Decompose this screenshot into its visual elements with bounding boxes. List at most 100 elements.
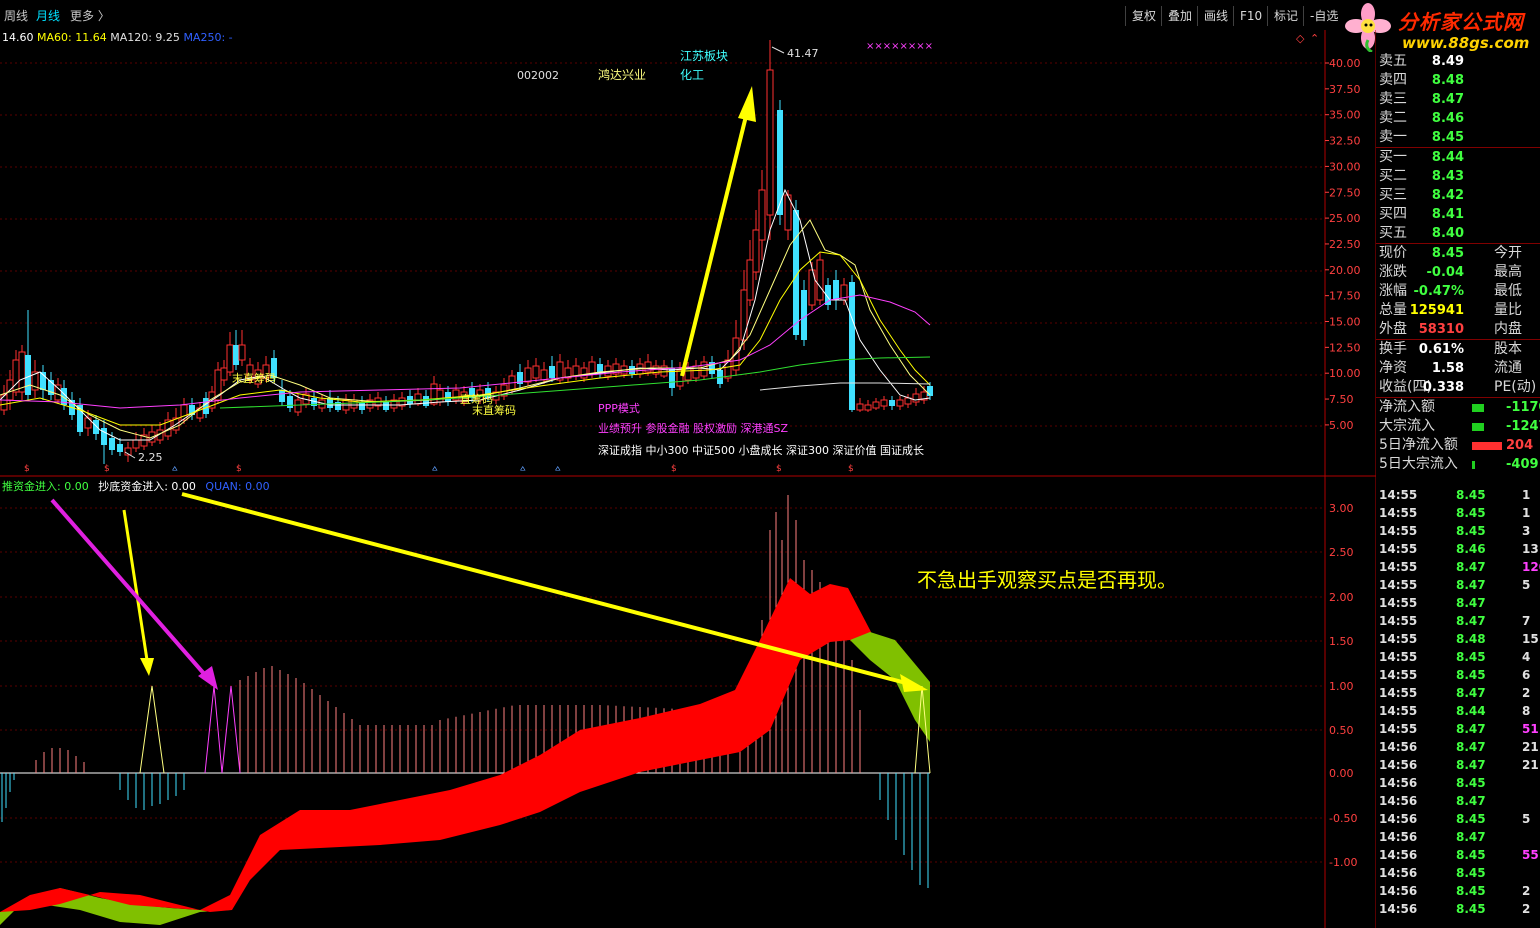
row-label: 买二 <box>1379 168 1407 184</box>
overlay-button[interactable]: 叠加 <box>1161 6 1198 26</box>
caret-icon[interactable]: ⌃ <box>1310 32 1319 45</box>
ask-row: 卖二 8.46 <box>1376 109 1540 128</box>
tick-price: 8.47 <box>1456 794 1486 808</box>
tick-price: 8.45 <box>1456 668 1486 682</box>
candle-body <box>436 389 444 403</box>
price-tick-label: 37.50 <box>1329 83 1361 96</box>
draw-line-button[interactable]: 画线 <box>1197 6 1234 26</box>
tick-volume: 7 <box>1522 614 1531 628</box>
diamond-icon[interactable]: ◇ <box>1296 32 1305 45</box>
tick-volume: 8 <box>1522 704 1531 718</box>
kline-chart[interactable]: 40.00 37.50 35.00 32.50 30.00 27.50 25.00 22.50… <box>0 30 1376 928</box>
tick-row: 14:56 8.47 <box>1376 792 1540 810</box>
tick-time: 14:55 <box>1379 686 1418 700</box>
tick-volume: 6 <box>1522 668 1531 682</box>
restore-rights-button[interactable]: 复权 <box>1125 6 1162 26</box>
tick-price: 8.45 <box>1456 902 1486 916</box>
tab-more[interactable]: 更多 〉 <box>70 6 110 26</box>
tick-row: 14:55 8.47 120 <box>1376 558 1540 576</box>
tick-time: 14:56 <box>1379 776 1418 790</box>
tick-row: 14:55 8.45 6 <box>1376 666 1540 684</box>
ask-row: 卖四 8.48 <box>1376 71 1540 90</box>
row-value: 125941 <box>1409 303 1464 318</box>
indicator-tick-label: 1.50 <box>1329 635 1354 648</box>
row-label-2: 最高 <box>1494 264 1522 280</box>
high-pointer <box>771 46 785 54</box>
mark-button[interactable]: 标记 <box>1267 6 1304 26</box>
ask-row: 卖三 8.47 <box>1376 90 1540 109</box>
tick-row: 14:55 8.45 4 <box>1376 648 1540 666</box>
concept-label: 业绩预升 参股金融 股权激励 深港通SZ <box>598 421 788 435</box>
indicator-tick-label: 3.00 <box>1329 502 1354 515</box>
tick-time: 14:55 <box>1379 542 1418 556</box>
svg-text:⩟: ⩟ <box>172 464 178 474</box>
candle-body <box>777 110 783 215</box>
candle-body <box>423 396 429 406</box>
index-label: 深证成指 中小300 中证500 小盘成长 深证300 深证价值 国证成长 <box>598 443 924 457</box>
indicator-tick-label: 2.50 <box>1329 546 1354 559</box>
candle-body <box>414 393 422 405</box>
tick-row: 14:56 8.47 21 <box>1376 756 1540 774</box>
row-value: 0.61% <box>1418 342 1464 357</box>
signal-markers: $ $ ⩟ $ ⩟ ⩟ ⩟ $ $ $ <box>24 464 854 474</box>
tick-row: 14:55 8.45 3 <box>1376 522 1540 540</box>
tick-row: 14:55 8.45 1 <box>1376 504 1540 522</box>
indicator-gridlines <box>0 507 1325 863</box>
tick-row: 14:56 8.47 21 <box>1376 738 1540 756</box>
watchlist-button[interactable]: -自选 <box>1303 6 1344 26</box>
tick-volume: 13 <box>1522 542 1539 556</box>
row-value: 58310 <box>1418 322 1464 337</box>
industry-label: 化工 <box>680 68 704 82</box>
row-value: 8.42 <box>1431 188 1464 203</box>
candle-body <box>540 369 548 381</box>
stat-row: 收益(四) 0.338 PE(动) <box>1376 378 1540 397</box>
flow-label: 5日大宗流入 <box>1379 456 1458 472</box>
candle-body <box>383 402 389 410</box>
stat-row: 换手 0.61% 股本 <box>1376 340 1540 359</box>
tick-volume: 51 <box>1522 722 1539 736</box>
candle-body <box>904 397 912 405</box>
svg-text:$: $ <box>776 464 782 474</box>
candle-body <box>532 365 540 379</box>
candle-body <box>896 399 904 407</box>
push-fund-spike-1 <box>204 685 223 774</box>
tick-volume: 2 <box>1522 686 1531 700</box>
tab-monthly[interactable]: 月线 <box>36 6 60 26</box>
candle-body <box>220 367 228 381</box>
tick-time: 14:55 <box>1379 578 1418 592</box>
candle-body <box>816 259 824 301</box>
indicator-tick-label: 0.50 <box>1329 724 1354 737</box>
tick-time: 14:56 <box>1379 902 1418 916</box>
row-label: 涨跌 <box>1379 264 1407 280</box>
tick-price: 8.47 <box>1456 758 1486 772</box>
flow-value: -1170 <box>1506 400 1540 415</box>
price-tick-label: 12.50 <box>1329 341 1361 354</box>
row-value: 8.46 <box>1431 111 1464 126</box>
tick-price: 8.47 <box>1456 722 1486 736</box>
quote-panel: 卖五 8.49 卖四 8.48 卖三 8.47 卖二 8.46 卖一 8.45 买一 8.44 买二 8… <box>1376 52 1540 474</box>
tick-price: 8.46 <box>1456 542 1486 556</box>
tick-row: 14:55 8.47 <box>1376 594 1540 612</box>
price-tick-label: 17.50 <box>1329 290 1361 303</box>
candle-body <box>294 399 302 413</box>
cross-marks: ×××××××× <box>866 41 933 52</box>
tick-time: 14:55 <box>1379 488 1418 502</box>
row-label-2: PE(动) <box>1494 379 1537 395</box>
row-label-2: 量比 <box>1494 302 1522 318</box>
flow-row: 5日净流入额 204 <box>1376 436 1540 455</box>
row-label: 净资 <box>1379 360 1407 376</box>
flow-label: 净流入额 <box>1379 399 1435 415</box>
chip-label-1: 末直筹码 <box>232 371 276 385</box>
tick-list[interactable]: 14:55 8.45 1 14:55 8.45 1 14:55 8.45 3 14:55 8.46 1… <box>1376 486 1540 918</box>
row-value: 8.48 <box>1431 73 1464 88</box>
ma60-line <box>0 294 931 409</box>
flow-row: 净流入额 -1170 <box>1376 398 1540 417</box>
f10-button[interactable]: F10 <box>1233 6 1268 26</box>
tick-price: 8.47 <box>1456 560 1486 574</box>
svg-text:$: $ <box>848 464 854 474</box>
arrow-yellow-1-head <box>140 658 154 676</box>
price-tick-label: 30.00 <box>1329 160 1361 173</box>
tab-weekly[interactable]: 周线 <box>4 6 28 26</box>
tick-time: 14:56 <box>1379 758 1418 772</box>
candle-body <box>872 401 880 409</box>
